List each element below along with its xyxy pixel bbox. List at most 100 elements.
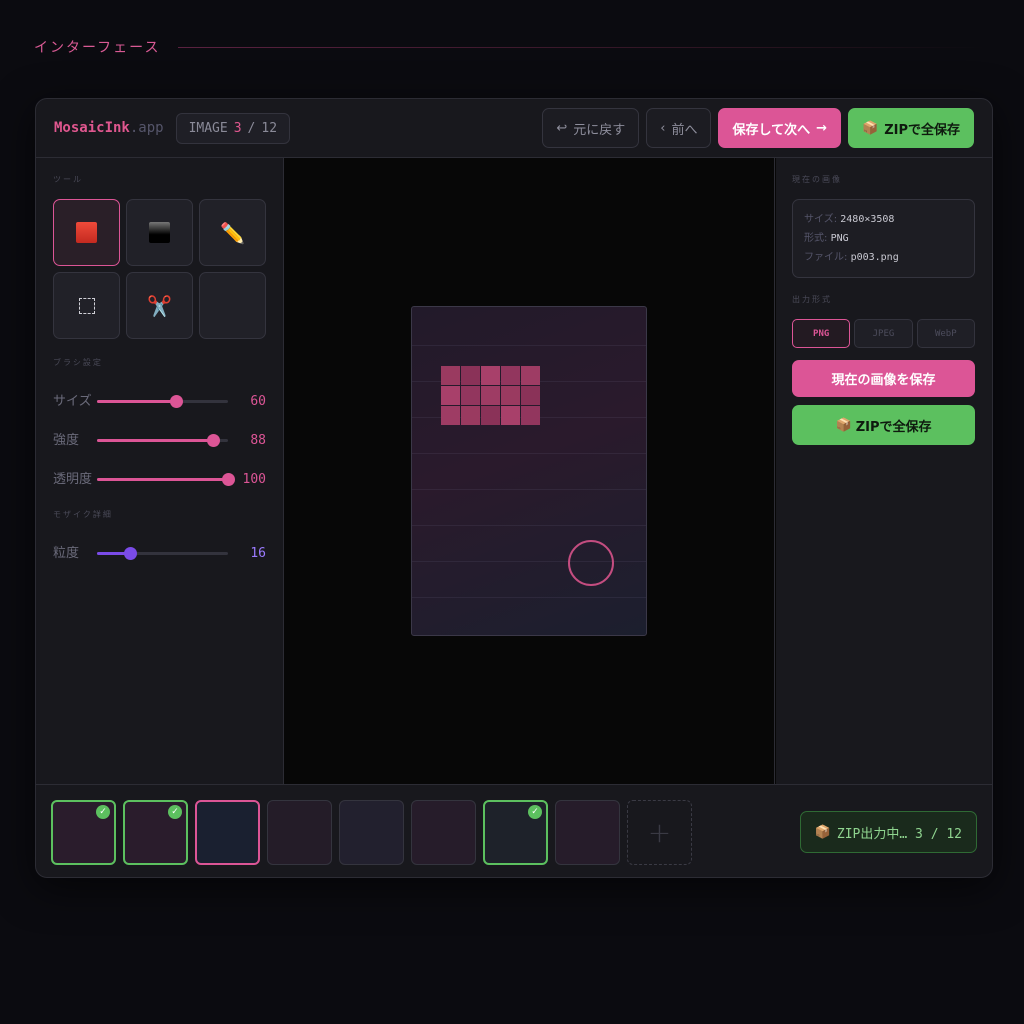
mosaic-tile [461, 366, 480, 385]
mosaic-tile [441, 406, 460, 425]
brush-sliders: サイズ 60 強度 88 透明度 100 [53, 382, 266, 499]
slider-value: 16 [250, 546, 266, 561]
undo-button[interactable]: ↩ 元に戻す [542, 108, 640, 148]
slider-track[interactable] [96, 395, 229, 408]
checkmark-icon: ✓ [528, 804, 542, 819]
save-current-button[interactable]: 現在の画像を保存 [792, 360, 975, 397]
counter-total: 12 [261, 120, 278, 136]
slider-label: 強度 [53, 432, 80, 448]
tool-grid: ✏️ ✂️ [53, 199, 266, 339]
mosaic-tile [461, 386, 480, 405]
format-webp-button[interactable]: WebP [916, 319, 975, 348]
document-text-line [412, 345, 646, 346]
mosaic-tile [501, 386, 520, 405]
thumbnail-2[interactable]: ✓ [123, 799, 188, 865]
zip-progress-status: 📦 ZIP出力中… 3 / 12 [799, 811, 977, 853]
thumbnail-7[interactable]: ✓ [483, 799, 548, 865]
heading-divider [178, 46, 984, 48]
pencil-icon: ✏️ [220, 220, 245, 245]
slider-track[interactable] [96, 434, 229, 447]
left-sidebar: ツール ✏️ ✂️ ブラシ設定 サイズ 60 強度 88 透明度 100 モザイ… [36, 158, 284, 784]
thumbnail-1[interactable]: ✓ [51, 799, 116, 865]
document-text-line [412, 597, 646, 598]
info-value: p003.png [850, 252, 899, 263]
tool-cut-button[interactable]: ✂️ [126, 272, 193, 339]
red-square-icon [76, 222, 97, 243]
document-text-line [412, 453, 646, 454]
info-key: サイズ: [804, 214, 838, 225]
scissors-icon: ✂️ [147, 293, 172, 318]
info-value: 2480×3508 [840, 214, 895, 225]
mosaic-tile [501, 366, 520, 385]
document-preview[interactable] [411, 306, 647, 636]
slider-label: サイズ [53, 393, 92, 409]
mosaic-tile [481, 386, 500, 405]
document-text-line [412, 489, 646, 490]
counter-current: 3 [233, 120, 242, 136]
arrow-right-icon: → [816, 120, 828, 136]
add-image-button[interactable]: + [627, 799, 692, 865]
zip-save-all-button[interactable]: 📦 ZIPで全保存 [848, 108, 974, 148]
slider-knob[interactable] [169, 395, 183, 408]
slider-opacity: 透明度 100 [53, 460, 266, 499]
plus-icon: + [647, 815, 672, 849]
slider-track[interactable] [96, 547, 229, 560]
tool-select-button[interactable] [53, 272, 120, 339]
mosaic-tile [521, 366, 540, 385]
mosaic-tile [461, 406, 480, 425]
mosaic-section-label: モザイク詳細 [53, 510, 113, 519]
brand-logo: MosaicInk.app [54, 120, 164, 136]
counter-prefix: IMAGE [188, 120, 228, 136]
zip-save-all-label: ZIPで全保存 [884, 122, 960, 138]
thumbnail-8[interactable] [555, 799, 620, 865]
app-window: MosaicInk.app IMAGE 3 / 12 ↩ 元に戻す ‹ 前へ 保… [35, 98, 993, 878]
brand-tld: .app [129, 120, 164, 136]
thumbnail-strip: ✓ ✓ ✓ + 📦 ZIP出力中… 3 / 12 [36, 784, 992, 877]
thumbnail-6[interactable] [411, 799, 476, 865]
slider-knob[interactable] [123, 547, 137, 560]
slider-label: 透明度 [53, 471, 93, 487]
mosaic-tile [501, 406, 520, 425]
info-key: ファイル: [804, 252, 848, 263]
page-title: インターフェース [34, 40, 161, 56]
zip-save-all-sidebar-button[interactable]: 📦 ZIPで全保存 [792, 405, 975, 445]
slider-label: 粒度 [53, 545, 80, 561]
save-next-label: 保存して次へ [732, 122, 811, 138]
tool-pencil-button[interactable]: ✏️ [199, 199, 266, 266]
black-square-icon [149, 222, 170, 243]
format-png-button[interactable]: PNG [792, 319, 851, 348]
slider-fill [96, 400, 176, 403]
brush-cursor [568, 540, 614, 586]
mosaic-tile [481, 406, 500, 425]
package-icon: 📦 [814, 824, 831, 840]
tool-empty-slot[interactable] [199, 272, 266, 339]
checkmark-icon: ✓ [168, 804, 182, 819]
undo-label: 元に戻す [573, 122, 626, 138]
mosaic-tile [521, 406, 540, 425]
slider-track[interactable] [96, 473, 236, 486]
format-jpeg-button[interactable]: JPEG [854, 319, 913, 348]
slider-granularity: 粒度 16 [53, 534, 266, 573]
thumbnail-3[interactable] [195, 799, 260, 865]
mosaic-region [441, 366, 540, 425]
prev-button[interactable]: ‹ 前へ [646, 108, 712, 148]
format-selector: PNG JPEG WebP [792, 319, 975, 348]
editor-canvas[interactable] [284, 158, 776, 784]
info-format: 形式: PNG [804, 229, 963, 248]
slider-knob[interactable] [206, 434, 220, 447]
save-current-label: 現在の画像を保存 [831, 373, 936, 388]
tool-mosaic-button[interactable] [53, 199, 120, 266]
thumbnail-list: ✓ ✓ ✓ [51, 799, 627, 865]
slider-fill [96, 439, 213, 442]
save-next-button[interactable]: 保存して次へ → [718, 108, 842, 148]
thumbnail-5[interactable] [339, 799, 404, 865]
tools-section-label: ツール [53, 175, 83, 184]
document-text-line [412, 525, 646, 526]
right-sidebar: 現在の画像 サイズ: 2480×3508 形式: PNG ファイル: p003.… [774, 158, 992, 784]
page-heading: インターフェース [34, 36, 984, 58]
brush-section-label: ブラシ設定 [53, 358, 103, 367]
info-value: PNG [830, 233, 849, 244]
tool-blackout-button[interactable] [126, 199, 193, 266]
slider-fill [96, 478, 229, 481]
thumbnail-4[interactable] [267, 799, 332, 865]
